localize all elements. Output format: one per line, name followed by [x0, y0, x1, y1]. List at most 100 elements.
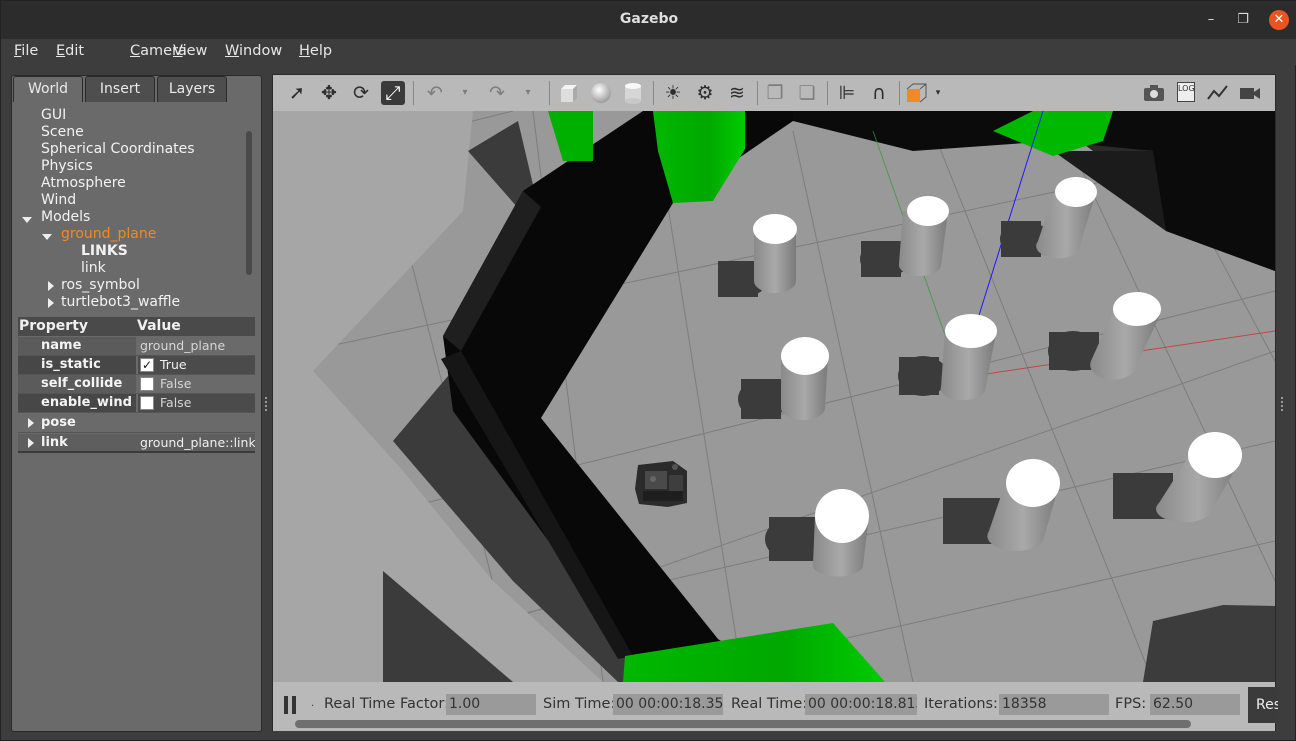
undo-history-dropdown-icon[interactable]: ▾: [453, 81, 477, 105]
property-value: ground_plane: [140, 338, 226, 353]
property-value: ground_plane::link: [140, 435, 255, 450]
align-icon[interactable]: ⊫: [835, 81, 859, 105]
status-scrollbar[interactable]: [295, 720, 1191, 728]
box-icon[interactable]: [557, 81, 581, 105]
pause-icon: [284, 696, 288, 714]
cylinder-obstacle: [812, 489, 869, 577]
undo-icon[interactable]: ↶: [423, 81, 447, 105]
rotate-icon[interactable]: ⟳: [349, 81, 373, 105]
world-tree: GUI Scene Spherical Coordinates Physics …: [17, 105, 249, 313]
redo-history-dropdown-icon[interactable]: ▾: [516, 81, 540, 105]
menu-help[interactable]: Help: [299, 43, 332, 59]
pause-button[interactable]: [284, 696, 298, 714]
tree-item-links-header: LINKS: [81, 243, 128, 259]
reset-time-button[interactable]: Reset: [1248, 687, 1278, 723]
property-header: Property Value: [18, 317, 255, 336]
tree-item-atmosphere[interactable]: Atmosphere: [41, 175, 126, 191]
tree-item-ros-symbol[interactable]: ros_symbol: [61, 277, 140, 293]
tab-layers[interactable]: Layers: [157, 76, 227, 102]
cylinder-obstacle: [753, 214, 797, 293]
translate-icon[interactable]: ✥: [317, 81, 341, 105]
cylinder-icon[interactable]: [621, 81, 645, 105]
window-title: Gazebo: [619, 11, 679, 27]
real-time-label: Real Time:: [731, 696, 808, 712]
sphere-icon[interactable]: [589, 81, 613, 105]
property-row-link[interactable]: link ground_plane::link: [18, 434, 255, 453]
video-icon[interactable]: [1238, 81, 1262, 105]
column-property: Property: [19, 318, 89, 334]
step-button[interactable]: .: [311, 698, 314, 709]
property-value-cell: False: [138, 375, 255, 393]
menu-edit[interactable]: Edit: [56, 43, 84, 59]
iterations-label: Iterations:: [924, 696, 998, 712]
self-collide-checkbox[interactable]: [140, 377, 154, 391]
property-value: False: [160, 395, 192, 410]
tree-item-turtlebot3-waffle[interactable]: turtlebot3_waffle: [61, 294, 180, 310]
title-bar: Gazebo – ❐ ✕: [1, 1, 1296, 39]
property-key: is_static: [18, 356, 136, 374]
right-splitter-handle[interactable]: [1281, 397, 1283, 411]
sim-time-value: 00 00:00:18.358: [613, 694, 723, 715]
real-time-value: 00 00:00:18.813: [805, 694, 917, 715]
column-value: Value: [137, 318, 181, 334]
menu-file[interactable]: File: [14, 43, 38, 59]
tree-item-spherical-coordinates[interactable]: Spherical Coordinates: [41, 141, 195, 157]
enable-wind-checkbox[interactable]: [140, 396, 154, 410]
menu-bar: File Edit Camera View Window Help: [1, 39, 1296, 65]
cylinder-obstacle: [781, 337, 829, 420]
iterations-value: 18358: [999, 694, 1109, 715]
is-static-checkbox[interactable]: ✓: [140, 358, 154, 372]
menu-window[interactable]: Window: [225, 43, 282, 59]
tab-world[interactable]: World: [13, 76, 83, 102]
snap-icon[interactable]: ∩: [867, 81, 891, 105]
directional-light-icon[interactable]: ≋: [725, 81, 749, 105]
tree-item-gui[interactable]: GUI: [41, 107, 66, 123]
property-row-pose[interactable]: pose: [18, 414, 255, 433]
plot-icon[interactable]: [1206, 81, 1230, 105]
minimize-button[interactable]: –: [1201, 10, 1221, 30]
spot-light-icon[interactable]: ⚙: [693, 81, 717, 105]
left-splitter-handle[interactable]: [265, 397, 267, 411]
expand-ground-plane-icon[interactable]: [42, 234, 52, 240]
property-key: self_collide: [18, 375, 136, 393]
property-row-is-static[interactable]: is_static ✓ True: [18, 356, 255, 375]
expand-ros-symbol-icon[interactable]: [48, 281, 54, 291]
close-button[interactable]: ✕: [1269, 10, 1289, 30]
tree-item-scene[interactable]: Scene: [41, 124, 84, 140]
log-icon[interactable]: LOG: [1174, 81, 1198, 105]
tree-item-physics[interactable]: Physics: [41, 158, 93, 174]
menu-view[interactable]: View: [173, 43, 207, 59]
tab-insert[interactable]: Insert: [85, 76, 155, 102]
tree-item-ground-plane[interactable]: ground_plane: [61, 226, 156, 242]
fps-value: 62.50: [1150, 694, 1240, 715]
tree-item-link[interactable]: link: [81, 260, 106, 276]
copy-icon[interactable]: ❐: [763, 81, 787, 105]
fps-label: FPS:: [1115, 696, 1147, 712]
property-key: name: [18, 337, 136, 355]
turtlebot3-waffle-model: [635, 461, 687, 507]
expand-turtlebot-icon[interactable]: [48, 298, 54, 308]
tree-item-wind[interactable]: Wind: [41, 192, 76, 208]
property-row-name[interactable]: name ground_plane: [18, 337, 255, 356]
property-row-self-collide[interactable]: self_collide False: [18, 375, 255, 394]
point-light-icon[interactable]: ☀: [661, 81, 685, 105]
property-value-cell: ✓ True: [138, 356, 255, 374]
property-value: False: [160, 376, 192, 391]
property-row-enable-wind[interactable]: enable_wind False: [18, 394, 255, 413]
scene-viewport[interactable]: [273, 111, 1275, 682]
log-label: LOG: [1177, 82, 1195, 102]
tree-scrollbar[interactable]: [246, 131, 252, 275]
scale-icon[interactable]: ⤢: [381, 81, 405, 105]
paste-icon[interactable]: ❏: [795, 81, 819, 105]
real-time-factor-value: 1.00: [446, 694, 536, 715]
property-key: enable_wind: [18, 394, 136, 412]
screenshot-icon[interactable]: [1142, 81, 1166, 105]
property-value-cell: False: [138, 394, 255, 412]
view-angle-dropdown-icon[interactable]: ▾: [926, 81, 950, 105]
property-key: link: [41, 435, 68, 450]
select-arrow-icon[interactable]: ➚: [285, 81, 309, 105]
expand-models-icon[interactable]: [22, 217, 32, 223]
tree-item-models[interactable]: Models: [41, 209, 90, 225]
redo-icon[interactable]: ↷: [485, 81, 509, 105]
maximize-button[interactable]: ❐: [1233, 10, 1253, 30]
